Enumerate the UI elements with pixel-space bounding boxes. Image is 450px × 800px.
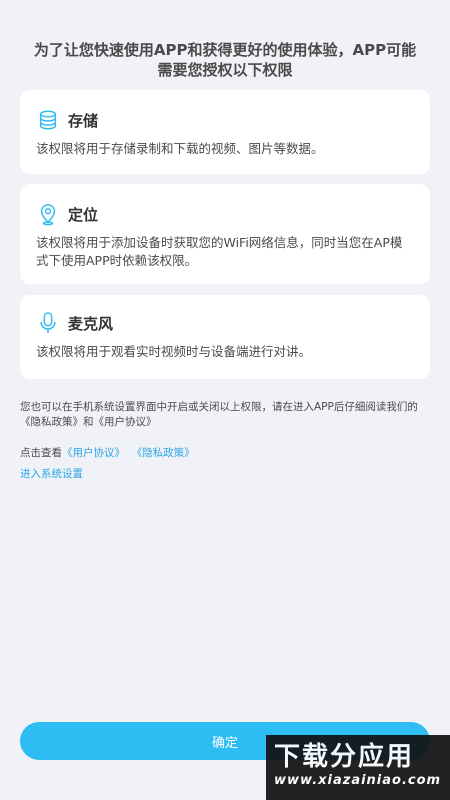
permission-description: 该权限将用于观看实时视频时与设备端进行对讲。 — [36, 344, 312, 359]
intro-line-1: 为了让您快速使用APP和获得更好的使用体验，APP可能 — [33, 41, 417, 59]
watermark-logo: 下载分应用 www.xiazainiao.com — [266, 735, 450, 800]
microphone-icon — [36, 311, 60, 335]
policy-links: 点击查看《用户协议》 《隐私政策》 — [20, 446, 430, 461]
permission-card-location: 定位 该权限将用于添加设备时获取您的WiFi网络信息，同时当您在AP模式下使用A… — [20, 184, 430, 284]
user-agreement-link[interactable]: 《用户协议》 — [62, 447, 125, 459]
permission-title: 定位 — [68, 205, 99, 224]
permission-intro: 为了让您快速使用APP和获得更好的使用体验，APP可能 需要您授权以下权限 — [20, 40, 430, 80]
permission-card-microphone: 麦克风 该权限将用于观看实时视频时与设备端进行对讲。 — [20, 295, 430, 379]
system-settings-link[interactable]: 进入系统设置 — [20, 467, 83, 482]
database-icon — [36, 108, 60, 132]
settings-note: 您也可以在手机系统设置界面中开启或关闭以上权限，请在进入APP后仔细阅读我们的《… — [20, 401, 418, 428]
permission-description: 该权限将用于存储录制和下载的视频、图片等数据。 — [36, 141, 324, 156]
permission-title: 存储 — [68, 111, 99, 130]
intro-line-2: 需要您授权以下权限 — [157, 61, 293, 79]
permission-card-header: 麦克风 — [36, 311, 414, 335]
watermark-title: 下载分应用 — [274, 742, 415, 772]
watermark-url: www.xiazainiao.com — [274, 773, 442, 788]
location-pin-icon — [36, 202, 60, 226]
permission-description: 该权限将用于添加设备时获取您的WiFi网络信息，同时当您在AP模式下使用APP时… — [36, 235, 403, 268]
privacy-policy-link[interactable]: 《隐私政策》 — [132, 447, 195, 459]
permission-card-header: 存储 — [36, 108, 414, 132]
permission-title: 麦克风 — [68, 314, 114, 333]
links-prefix: 点击查看 — [20, 447, 62, 459]
permission-card-header: 定位 — [36, 202, 414, 226]
permission-card-storage: 存储 该权限将用于存储录制和下载的视频、图片等数据。 — [20, 90, 430, 174]
